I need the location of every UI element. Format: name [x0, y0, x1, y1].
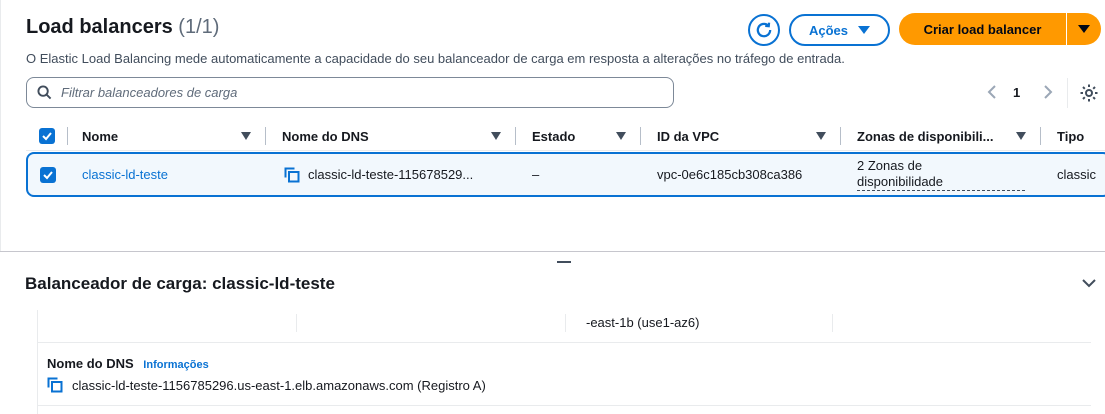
- column-divider: [832, 314, 833, 332]
- checkbox-checked-icon: [39, 128, 55, 144]
- dns-name-text: classic-ld-teste-115678529...: [308, 167, 474, 182]
- actions-button-label: Ações: [808, 22, 849, 38]
- create-load-balancer-button[interactable]: Criar load balancer: [899, 13, 1066, 45]
- copy-icon[interactable]: [284, 167, 300, 183]
- column-header-label: Estado: [532, 128, 576, 144]
- column-header-availability-zones[interactable]: Zonas de disponibili...: [857, 124, 1032, 148]
- column-divider: [840, 127, 841, 145]
- column-header-label: Tipo: [1057, 128, 1085, 144]
- settings-icon[interactable]: [1079, 83, 1099, 103]
- checkbox-checked-icon: [40, 166, 56, 183]
- details-divider: [37, 405, 1091, 406]
- dns-name-label-text: Nome do DNS: [47, 356, 134, 371]
- state-cell: –: [532, 167, 540, 182]
- column-header-dns[interactable]: Nome do DNS: [282, 124, 502, 148]
- caret-down-icon: [858, 26, 871, 34]
- chevron-left-icon[interactable]: [984, 84, 1000, 102]
- search-input[interactable]: [61, 85, 621, 100]
- copy-icon[interactable]: [47, 377, 63, 393]
- create-options-dropdown-button[interactable]: [1067, 13, 1101, 45]
- sort-icon: [241, 132, 251, 140]
- split-panel-divider[interactable]: [0, 251, 1105, 252]
- table-header-divider: [26, 150, 1105, 151]
- type-cell: classic: [1057, 167, 1097, 182]
- column-divider: [640, 127, 641, 145]
- resize-handle[interactable]: [557, 261, 571, 263]
- column-header-state[interactable]: Estado: [532, 124, 632, 148]
- page-title-text: Load balancers: [26, 16, 173, 38]
- details-divider: [37, 342, 1091, 343]
- refresh-button[interactable]: [748, 14, 780, 46]
- load-balancer-name-link[interactable]: classic-ld-teste: [82, 154, 168, 195]
- dns-name-label: Nome do DNS Informações: [47, 356, 209, 371]
- availability-zones-line1: 2 Zonas de: [857, 158, 923, 173]
- column-header-type[interactable]: Tipo: [1057, 124, 1084, 148]
- current-page-number[interactable]: 1: [1013, 85, 1020, 100]
- pager-divider: [1067, 78, 1068, 108]
- column-divider: [296, 314, 297, 332]
- refresh-icon: [756, 22, 772, 38]
- table-row[interactable]: classic-ld-teste classic-ld-teste-115678…: [26, 152, 1105, 197]
- sort-icon: [816, 132, 826, 140]
- caret-down-icon: [1078, 25, 1090, 33]
- sort-icon: [1016, 132, 1026, 140]
- column-divider: [565, 314, 566, 332]
- column-header-vpc-id[interactable]: ID da VPC: [657, 124, 832, 148]
- sort-icon: [491, 132, 501, 140]
- dns-name-value-text: classic-ld-teste-1156785296.us-east-1.el…: [72, 377, 486, 393]
- vpc-id-cell: vpc-0e6c185cb308ca386: [657, 167, 803, 182]
- chevron-right-icon[interactable]: [1040, 84, 1056, 102]
- column-header-label: Nome do DNS: [282, 128, 369, 144]
- page-title-count: (1/1): [178, 16, 220, 38]
- details-panel-title: Balanceador de carga: classic-ld-teste: [25, 274, 335, 293]
- column-header-label: Zonas de disponibili...: [857, 128, 994, 144]
- availability-zone-text: -east-1b (use1-az6): [586, 315, 700, 330]
- actions-button[interactable]: Ações: [789, 14, 890, 46]
- column-divider: [67, 127, 68, 145]
- filter-search-box[interactable]: [26, 77, 674, 108]
- load-balancers-panel: Load balancers (1/1) O Elastic Load Bala…: [0, 0, 1105, 251]
- column-header-label: Nome: [82, 128, 119, 144]
- availability-zones-line2: disponibilidade: [857, 174, 1025, 191]
- dns-name-value: classic-ld-teste-1156785296.us-east-1.el…: [47, 377, 486, 393]
- sort-icon: [616, 132, 626, 140]
- column-divider: [1040, 127, 1041, 145]
- info-link[interactable]: Informações: [143, 359, 208, 371]
- table-header: Nome Nome do DNS Estado ID da VPC Zonas …: [26, 124, 1105, 149]
- column-header-label: ID da VPC: [657, 128, 720, 144]
- select-all-checkbox[interactable]: [39, 124, 55, 148]
- dns-name-cell: classic-ld-teste-115678529...: [284, 154, 473, 195]
- row-checkbox[interactable]: [40, 154, 56, 195]
- page-title: Load balancers (1/1): [26, 16, 219, 39]
- column-header-name[interactable]: Nome: [82, 124, 252, 148]
- search-icon: [37, 85, 52, 100]
- availability-zones-cell[interactable]: 2 Zonas de disponibilidade: [857, 154, 1025, 195]
- chevron-down-icon[interactable]: [1081, 275, 1097, 291]
- column-divider: [515, 127, 516, 145]
- column-divider: [265, 127, 266, 145]
- page-description: O Elastic Load Balancing mede automatica…: [26, 51, 845, 66]
